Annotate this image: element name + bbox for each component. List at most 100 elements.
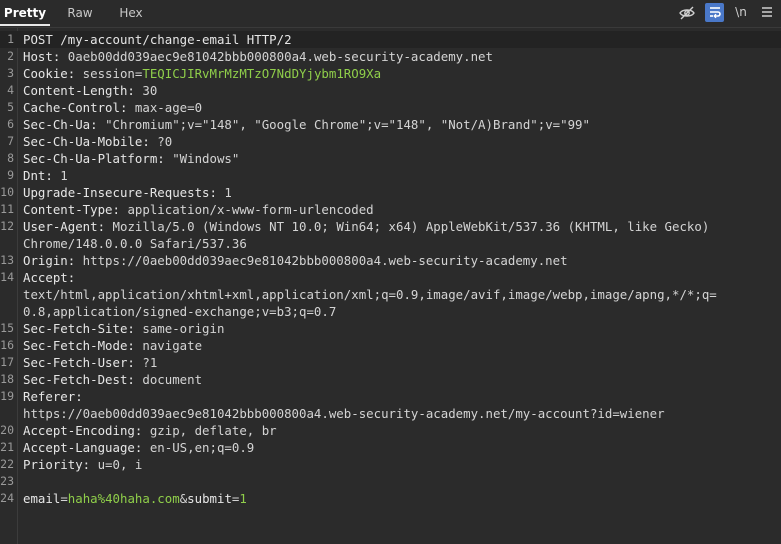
editor-line[interactable]: 10 Upgrade-Insecure-Requests: 1 [0, 184, 781, 201]
header-name: Upgrade-Insecure-Requests: [23, 185, 217, 200]
editor-line[interactable]: 14 Accept: [0, 269, 781, 286]
tab-pretty[interactable]: Pretty [0, 0, 50, 26]
line-code: POST /my-account/change-email HTTP/2 [23, 31, 292, 48]
line-number: 19 [0, 389, 14, 403]
header-value: u=0, i [90, 457, 143, 472]
line-code: Chrome/148.0.0.0 Safari/537.36 [23, 235, 247, 252]
editor-line[interactable]: 0.8,application/signed-exchange;v=b3;q=0… [0, 303, 781, 320]
line-number: 17 [0, 355, 14, 369]
editor-line[interactable]: 7 Sec-Ch-Ua-Mobile: ?0 [0, 133, 781, 150]
header-value: "Chromium";v="148", "Google Chrome";v="1… [97, 117, 590, 132]
line-number: 13 [0, 253, 14, 267]
line-number: 15 [0, 321, 14, 335]
editor-line[interactable]: text/html,application/xhtml+xml,applicat… [0, 286, 781, 303]
editor-line[interactable]: 22 Priority: u=0, i [0, 456, 781, 473]
line-code: Accept-Language: en-US,en;q=0.9 [23, 439, 254, 456]
header-value: 0aeb00dd039aec9e81042bbb000800a4.web-sec… [60, 49, 493, 64]
editor-line[interactable]: 17 Sec-Fetch-User: ?1 [0, 354, 781, 371]
editor-line[interactable]: 21 Accept-Language: en-US,en;q=0.9 [0, 439, 781, 456]
header-name: Accept: [23, 270, 76, 285]
editor-line[interactable]: 20 Accept-Encoding: gzip, deflate, br [0, 422, 781, 439]
body-token: email [23, 491, 61, 506]
line-code: Content-Type: application/x-www-form-url… [23, 201, 374, 218]
editor-line[interactable]: 18 Sec-Fetch-Dest: document [0, 371, 781, 388]
body-token: = [60, 491, 68, 506]
line-code: Upgrade-Insecure-Requests: 1 [23, 184, 232, 201]
header-value: Chrome/148.0.0.0 Safari/537.36 [23, 236, 247, 251]
line-code: Sec-Fetch-User: ?1 [23, 354, 157, 371]
tab-hex[interactable]: Hex [108, 0, 154, 26]
header-name: Sec-Ch-Ua-Platform: [23, 151, 165, 166]
hide-eye-icon[interactable] [677, 3, 697, 22]
line-code: Content-Length: 30 [23, 82, 157, 99]
header-name: Sec-Fetch-User: [23, 355, 135, 370]
header-name: Sec-Ch-Ua: [23, 117, 98, 132]
cookie-name: session [75, 66, 135, 81]
editor-line[interactable]: 24 email=haha%40haha.com&submit=1 [0, 490, 781, 507]
editor-line[interactable]: 8 Sec-Ch-Ua-Platform: "Windows" [0, 150, 781, 167]
editor-line[interactable]: 5 Cache-Control: max-age=0 [0, 99, 781, 116]
header-value: 1 [216, 185, 232, 200]
menu-icon[interactable] [758, 3, 776, 22]
header-name: Cookie: [23, 66, 76, 81]
word-wrap-icon[interactable] [705, 3, 724, 22]
line-number: 23 [0, 474, 14, 488]
line-number: 2 [7, 49, 14, 63]
line-code: Sec-Ch-Ua-Platform: "Windows" [23, 150, 239, 167]
cookie-value: TEQICJIRvMrMzMTzO7NdDYjybm1RO9Xa [142, 66, 382, 81]
line-number: 7 [7, 134, 14, 148]
header-name: Priority: [23, 457, 91, 472]
header-value: ?0 [149, 134, 173, 149]
body-token: haha%40haha.com [67, 491, 180, 506]
line-code: Accept-Encoding: gzip, deflate, br [23, 422, 277, 439]
editor-line[interactable]: Chrome/148.0.0.0 Safari/537.36 [0, 235, 781, 252]
line-number: 10 [0, 185, 14, 199]
line-code: Origin: https://0aeb00dd039aec9e81042bbb… [23, 252, 568, 269]
header-value: gzip, deflate, br [142, 423, 277, 438]
header-name: Dnt: [23, 168, 53, 183]
editor-line[interactable]: 9 Dnt: 1 [0, 167, 781, 184]
line-code: Referer: [23, 388, 83, 405]
editor-line[interactable]: 4 Content-Length: 30 [0, 82, 781, 99]
line-code: https://0aeb00dd039aec9e81042bbb000800a4… [23, 405, 665, 422]
editor-line[interactable]: 6 Sec-Ch-Ua: "Chromium";v="148", "Google … [0, 116, 781, 133]
header-name: Referer: [23, 389, 83, 404]
editor-line[interactable]: 2 Host: 0aeb00dd039aec9e81042bbb000800a4.… [0, 48, 781, 65]
line-number: 14 [0, 270, 14, 284]
editor-line[interactable]: 1 POST /my-account/change-email HTTP/2 [0, 31, 781, 48]
editor-line[interactable]: 15 Sec-Fetch-Site: same-origin [0, 320, 781, 337]
header-value: document [134, 372, 203, 387]
header-name: Sec-Fetch-Mode: [23, 338, 135, 353]
header-value: 30 [134, 83, 158, 98]
editor-line[interactable]: 3 Cookie: session=TEQICJIRvMrMzMTzO7NdDYj… [0, 65, 781, 82]
request-line: POST /my-account/change-email HTTP/2 [23, 32, 292, 47]
header-value: https://0aeb00dd039aec9e81042bbb000800a4… [23, 406, 665, 421]
header-value: max-age=0 [127, 100, 203, 115]
body-token: submit [187, 491, 232, 506]
line-number: 16 [0, 338, 14, 352]
line-number: 9 [7, 168, 14, 182]
editor-line[interactable]: https://0aeb00dd039aec9e81042bbb000800a4… [0, 405, 781, 422]
line-number: 1 [7, 32, 14, 46]
line-code: Cache-Control: max-age=0 [23, 99, 202, 116]
editor-line[interactable]: 13 Origin: https://0aeb00dd039aec9e81042b… [0, 252, 781, 269]
line-code: Dnt: 1 [23, 167, 68, 184]
show-newlines-toggle[interactable]: \n [731, 3, 751, 22]
editor-line[interactable]: 11 Content-Type: application/x-www-form-u… [0, 201, 781, 218]
http-request-editor[interactable]: 1 POST /my-account/change-email HTTP/2 2 Ho… [0, 31, 781, 507]
header-name: Cache-Control: [23, 100, 128, 115]
line-number: 8 [7, 151, 14, 165]
line-number: 18 [0, 372, 14, 386]
line-code: Accept: [23, 269, 75, 286]
tab-raw[interactable]: Raw [57, 0, 103, 26]
line-code: Cookie: session=TEQICJIRvMrMzMTzO7NdDYjy… [23, 65, 381, 82]
editor-line[interactable]: 12 User-Agent: Mozilla/5.0 (Windows NT 10… [0, 218, 781, 235]
editor-line[interactable]: 23 [0, 473, 781, 490]
line-code: Sec-Fetch-Site: same-origin [23, 320, 224, 337]
line-code: Sec-Ch-Ua-Mobile: ?0 [23, 133, 172, 150]
line-code: text/html,application/xhtml+xml,applicat… [23, 286, 717, 303]
line-number: 21 [0, 440, 14, 454]
header-value: en-US,en;q=0.9 [142, 440, 255, 455]
editor-line[interactable]: 16 Sec-Fetch-Mode: navigate [0, 337, 781, 354]
editor-line[interactable]: 19 Referer: [0, 388, 781, 405]
